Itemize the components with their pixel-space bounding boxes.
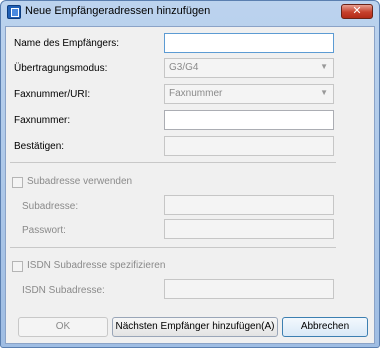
separator xyxy=(10,247,336,248)
title-bar: Neue Empfängeradressen hinzufügen ✕ xyxy=(1,1,379,23)
subaddress-input[interactable] xyxy=(164,195,334,215)
recipient-name-input[interactable] xyxy=(164,33,334,53)
confirm-input[interactable] xyxy=(164,136,334,156)
ok-button[interactable]: OK xyxy=(18,317,108,337)
add-next-recipient-button[interactable]: Nächsten Empfänger hinzufügen(A) xyxy=(112,317,278,337)
fax-number-label: Faxnummer: xyxy=(14,115,71,126)
cancel-button[interactable]: Abbrechen xyxy=(282,317,368,337)
recipient-name-label: Name des Empfängers: xyxy=(14,38,120,49)
close-button[interactable]: ✕ xyxy=(341,4,373,19)
fax-number-input[interactable] xyxy=(164,110,334,130)
dialog-content: Name des Empfängers: Übertragungsmodus: … xyxy=(5,26,375,344)
transmission-mode-select[interactable]: G3/G4 ▼ xyxy=(164,58,334,78)
chevron-down-icon: ▼ xyxy=(320,62,328,71)
dialog-window: Neue Empfängeradressen hinzufügen ✕ Name… xyxy=(0,0,380,348)
app-icon xyxy=(7,5,21,19)
fax-uri-label: Faxnummer/URI: xyxy=(14,89,91,100)
fax-uri-select[interactable]: Faxnummer ▼ xyxy=(164,84,334,104)
fax-uri-value: Faxnummer xyxy=(169,88,223,99)
separator xyxy=(10,162,336,163)
subaddress-label: Subadresse: xyxy=(22,201,79,212)
window-title: Neue Empfängeradressen hinzufügen xyxy=(25,5,211,17)
password-label: Passwort: xyxy=(22,225,66,236)
transmission-mode-value: G3/G4 xyxy=(169,62,199,73)
isdn-subaddress-input[interactable] xyxy=(164,279,334,299)
isdn-subaddress-label: ISDN Subadresse: xyxy=(22,285,105,296)
isdn-subaddress-checkbox[interactable] xyxy=(12,261,23,272)
use-subaddress-checkbox[interactable] xyxy=(12,177,23,188)
confirm-label: Bestätigen: xyxy=(14,141,65,152)
password-input[interactable] xyxy=(164,219,334,239)
chevron-down-icon: ▼ xyxy=(320,88,328,97)
isdn-subaddress-checkbox-label: ISDN Subadresse spezifizieren xyxy=(27,260,166,271)
use-subaddress-label: Subadresse verwenden xyxy=(27,176,133,187)
transmission-mode-label: Übertragungsmodus: xyxy=(14,63,108,74)
